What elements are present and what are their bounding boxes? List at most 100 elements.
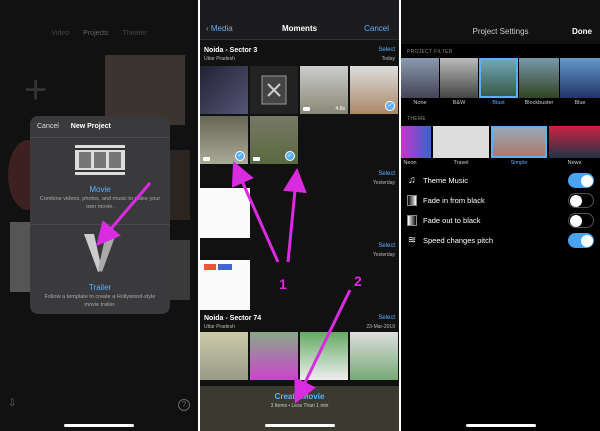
setting-fade-in: Fade in from black — [401, 191, 600, 211]
theme-neon[interactable] — [401, 126, 431, 158]
video-duration: 4.8s — [335, 106, 345, 112]
speed-pitch-toggle[interactable] — [568, 233, 594, 248]
moment-date: Yesterday — [372, 252, 395, 258]
fade-in-icon — [407, 195, 417, 206]
moments-screen: ‹ Media Moments Cancel Noida - Sector 3 … — [200, 0, 399, 431]
moment-header: Select Yesterday — [200, 168, 399, 188]
moment-header: Select Yesterday — [200, 240, 399, 260]
music-note-icon: ♫ — [408, 175, 416, 186]
movie-description: Combine videos, photos, and music to mak… — [39, 196, 161, 210]
video-icon — [253, 157, 260, 161]
add-project-icon[interactable]: + — [24, 70, 47, 110]
moment-location: Noida - Sector 3 — [204, 47, 258, 54]
moment-header: Noida - Sector 3 Uttar Pradesh Select To… — [200, 44, 399, 64]
filter-blast[interactable] — [479, 58, 518, 98]
media-tile[interactable]: ✓ — [250, 116, 298, 164]
project-settings-screen: Project Settings Done PROJECT FILTER Non… — [401, 0, 600, 431]
waveform-icon: ≋ — [407, 235, 417, 246]
home-indicator — [264, 424, 335, 427]
home-indicator — [465, 424, 536, 427]
filter-strip: None B&W Blast Blockbuster Blue — [401, 58, 600, 106]
annotation-number: 2 — [354, 273, 362, 289]
select-button[interactable]: Select — [378, 171, 395, 177]
annotation-number: 1 — [279, 276, 287, 292]
tab-video[interactable]: Video — [51, 30, 69, 37]
trailer-description: Follow a template to create a Hollywood-… — [44, 294, 156, 308]
setting-theme-music: ♫ Theme Music — [401, 171, 600, 191]
checkmark-icon: ✓ — [235, 151, 245, 161]
fade-out-icon — [407, 215, 417, 226]
media-tile[interactable] — [200, 66, 248, 114]
media-tile[interactable] — [200, 332, 248, 380]
video-icon — [303, 107, 310, 111]
fade-in-toggle[interactable] — [568, 193, 594, 208]
media-tile[interactable] — [350, 332, 398, 380]
home-indicator — [64, 424, 134, 427]
media-tile[interactable]: 4.8s — [300, 66, 348, 114]
tab-theater[interactable]: Theater — [122, 30, 146, 37]
filter-label: B&W — [452, 100, 466, 106]
moment-region: Uttar Pradesh — [204, 324, 235, 330]
media-tile[interactable]: ✓ — [350, 66, 398, 114]
filter-blockbuster[interactable] — [519, 58, 559, 98]
setting-speed-pitch: ≋ Speed changes pitch — [401, 231, 600, 251]
checkmark-icon: ✓ — [385, 101, 395, 111]
media-tile[interactable] — [200, 260, 250, 310]
media-tile[interactable] — [300, 332, 348, 380]
cancel-button[interactable]: Cancel — [364, 24, 389, 33]
media-tile[interactable] — [250, 66, 298, 114]
filter-label: Blue — [574, 100, 586, 106]
trailer-option[interactable]: Trailer Follow a template to create a Ho… — [30, 232, 170, 309]
dialog-header: Cancel New Project — [30, 116, 170, 138]
media-tile[interactable] — [200, 188, 250, 238]
theme-simple[interactable] — [491, 126, 547, 158]
project-thumbnail[interactable] — [105, 55, 185, 125]
top-tabs: Video Projects Theater — [0, 30, 198, 37]
nav-bar: Project Settings Done — [401, 0, 600, 44]
theme-travel[interactable] — [433, 126, 489, 158]
movie-label: Movie — [89, 185, 111, 194]
spotlight-icon — [84, 234, 116, 272]
moment-region: Uttar Pradesh — [204, 56, 235, 62]
media-tile[interactable] — [250, 332, 298, 380]
import-icon[interactable]: ⇩ — [8, 398, 16, 409]
moment-date: Yesterday — [372, 180, 395, 186]
done-button[interactable]: Done — [572, 27, 592, 36]
theme-label: Simple — [510, 160, 528, 166]
filter-label: Blockbuster — [524, 100, 554, 106]
tab-projects[interactable]: Projects — [83, 30, 108, 37]
movie-option[interactable]: Movie Combine videos, photos, and music … — [30, 144, 170, 211]
theme-music-toggle[interactable] — [568, 173, 594, 188]
help-icon[interactable]: ? — [178, 399, 190, 411]
film-strip-icon — [75, 145, 125, 175]
setting-fade-out: Fade out to black — [401, 211, 600, 231]
filter-none[interactable] — [401, 58, 439, 98]
selection-info: 3 Items • Less Than 1 min — [270, 403, 329, 409]
section-header: THEME — [407, 116, 426, 122]
filter-label: None — [413, 100, 427, 106]
filter-bw[interactable] — [440, 58, 478, 98]
page-title: Project Settings — [472, 27, 529, 36]
theme-label: News — [567, 160, 582, 166]
select-button[interactable]: Select — [378, 47, 395, 53]
theme-label: Neon — [403, 160, 417, 166]
moment-date: 23-Mar-2019 — [366, 324, 395, 330]
nav-bar: ‹ Media Moments Cancel — [200, 0, 399, 40]
moment-date: Today — [381, 56, 395, 62]
filter-label: Blast — [492, 100, 505, 106]
theme-news[interactable] — [549, 126, 600, 158]
new-project-dialog: Cancel New Project Movie Combine videos,… — [30, 116, 170, 314]
filter-blue[interactable] — [560, 58, 600, 98]
create-movie-button[interactable]: Create Movie — [200, 392, 399, 401]
dialog-title: New Project — [70, 123, 111, 130]
trailer-label: Trailer — [88, 283, 112, 292]
cancel-button[interactable]: Cancel — [37, 123, 59, 130]
section-header: PROJECT FILTER — [407, 49, 453, 55]
media-tile[interactable]: ✓ — [200, 116, 248, 164]
moment-location: Noida - Sector 74 — [204, 315, 262, 322]
theme-label: Travel — [453, 160, 469, 166]
select-button[interactable]: Select — [378, 315, 395, 321]
select-button[interactable]: Select — [378, 243, 395, 249]
fade-out-toggle[interactable] — [568, 213, 594, 228]
video-icon — [203, 157, 210, 161]
